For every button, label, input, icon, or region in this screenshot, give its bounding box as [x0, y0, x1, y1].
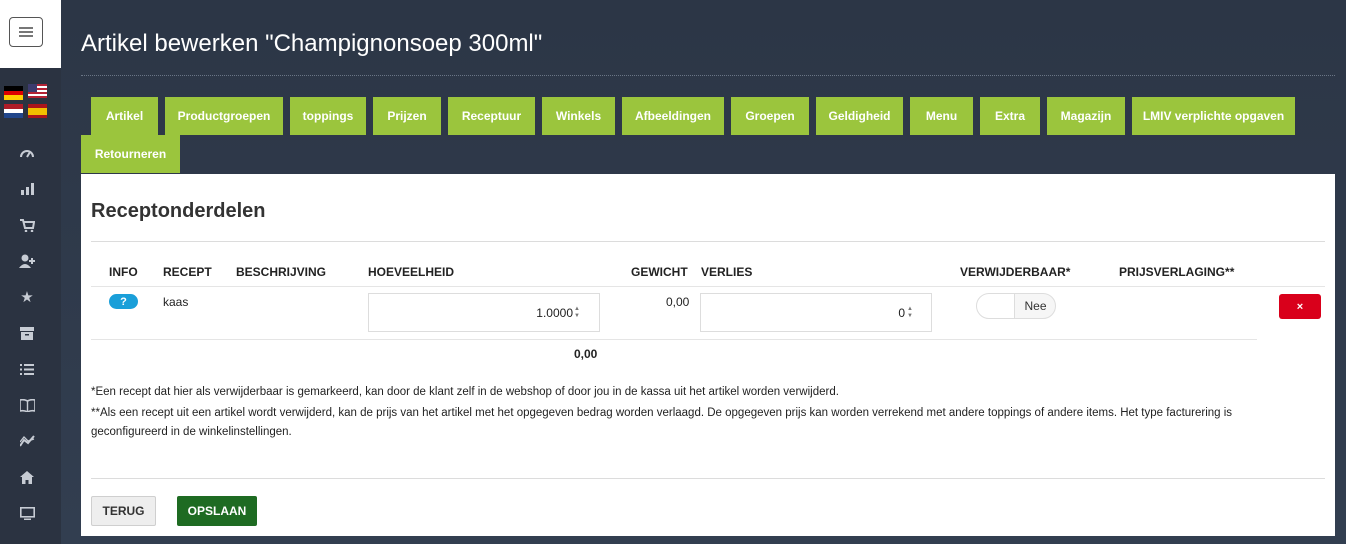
total-gewicht: 0,00 [574, 347, 598, 361]
flag-de-icon[interactable] [4, 86, 23, 100]
section-title: Receptonderdelen [91, 200, 266, 222]
header-divider [91, 286, 1325, 287]
header-hoeveelheid: HOEVEELHEID [368, 265, 455, 279]
row-divider [91, 339, 1257, 340]
add-user-icon[interactable] [17, 251, 37, 271]
header-verwijderbaar: VERWIJDERBAAR* [960, 265, 1071, 279]
header-recept: RECEPT [163, 265, 212, 279]
tab-toppings[interactable]: toppings [290, 97, 366, 135]
toggle-label: Nee [1024, 299, 1047, 313]
sidebar: ★ [0, 0, 61, 544]
flag-us-icon[interactable] [28, 84, 47, 98]
verlies-spinner-icon[interactable]: ▲ ▼ [905, 305, 915, 321]
note-verwijderbaar: *Een recept dat hier als verwijderbaar i… [91, 386, 839, 398]
tab-productgroepen[interactable]: Productgroepen [165, 97, 283, 135]
verlies-input[interactable] [700, 293, 932, 332]
trend-icon[interactable] [17, 431, 37, 451]
back-button[interactable]: TERUG [91, 496, 156, 526]
tab-retourneren[interactable]: Retourneren [81, 135, 180, 173]
monitor-icon[interactable] [17, 503, 37, 523]
flag-es-icon[interactable] [28, 104, 47, 118]
note-prijsverlaging: **Als een recept uit een artikel wordt v… [91, 407, 1233, 438]
title-divider [81, 75, 1335, 76]
gewicht-value: 0,00 [666, 295, 690, 309]
header-info: INFO [109, 265, 138, 279]
tab-artikel[interactable]: Artikel [91, 97, 158, 135]
header-beschrijving: BESCHRIJVING [236, 265, 327, 279]
home-icon[interactable] [17, 467, 37, 487]
cart-icon[interactable] [17, 215, 37, 235]
tab-winkels[interactable]: Winkels [542, 97, 615, 135]
menu-toggle-button[interactable] [9, 17, 43, 47]
tab-receptuur[interactable]: Receptuur [448, 97, 535, 135]
tab-prijzen[interactable]: Prijzen [373, 97, 441, 135]
page-title: Artikel bewerken "Champignonsoep 300ml" [81, 30, 543, 57]
header-verlies: VERLIES [701, 265, 753, 279]
delete-row-button[interactable]: × [1279, 294, 1321, 319]
bar-chart-icon[interactable] [17, 179, 37, 199]
star-icon[interactable]: ★ [17, 287, 37, 307]
footer-divider [91, 478, 1325, 479]
header-prijsverlaging: PRIJSVERLAGING** [1119, 265, 1235, 279]
tab-extra[interactable]: Extra [980, 97, 1040, 135]
tab-groepen[interactable]: Groepen [731, 97, 809, 135]
hamburger-icon [19, 27, 33, 37]
archive-icon[interactable] [17, 323, 37, 343]
tab-menu[interactable]: Menu [910, 97, 973, 135]
toggle-knob [977, 294, 1015, 318]
flag-nl-icon[interactable] [4, 104, 23, 118]
tab-lmiv[interactable]: LMIV verplichte opgaven [1132, 97, 1295, 135]
hoeveelheid-input[interactable] [368, 293, 600, 332]
sidebar-top [0, 0, 61, 68]
info-badge[interactable]: ? [109, 294, 138, 309]
save-button[interactable]: OPSLAAN [177, 496, 257, 526]
book-icon[interactable] [17, 395, 37, 415]
tab-magazijn[interactable]: Magazijn [1047, 97, 1125, 135]
recept-name: kaas [163, 295, 189, 309]
list-icon[interactable] [17, 359, 37, 379]
tab-geldigheid[interactable]: Geldigheid [816, 97, 903, 135]
section-divider [91, 241, 1325, 242]
hoeveelheid-spinner-icon[interactable]: ▲ ▼ [572, 305, 582, 321]
verwijderbaar-toggle[interactable]: Nee [976, 293, 1056, 319]
dashboard-icon[interactable] [17, 143, 37, 163]
tab-afbeeldingen[interactable]: Afbeeldingen [622, 97, 724, 135]
header-gewicht: GEWICHT [631, 265, 688, 279]
content-panel: Receptonderdelen INFO RECEPT BESCHRIJVIN… [81, 174, 1335, 536]
